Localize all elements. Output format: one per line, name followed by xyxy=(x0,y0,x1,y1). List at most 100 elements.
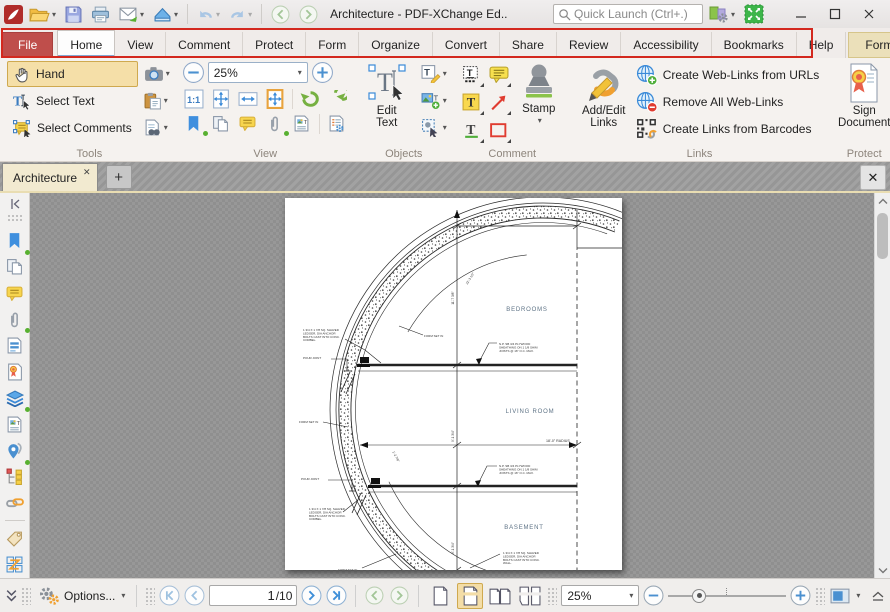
fit-width-button[interactable] xyxy=(236,87,260,110)
links-from-barcodes-button[interactable]: Create Links from Barcodes xyxy=(632,115,824,142)
sidebar-thumbnails-button[interactable] xyxy=(2,254,28,280)
tab-form[interactable]: Form xyxy=(306,32,359,58)
paste-button[interactable]: ▾ xyxy=(142,88,172,113)
sidebar-attachments-button[interactable] xyxy=(2,306,28,332)
tab-file[interactable]: File xyxy=(2,32,53,58)
tab-view[interactable]: View xyxy=(115,32,166,58)
print-button[interactable] xyxy=(88,2,113,26)
single-page-layout-button[interactable] xyxy=(427,583,453,609)
zoom-out-icon[interactable] xyxy=(182,61,205,84)
attachments-pane-button[interactable] xyxy=(263,112,287,135)
document-tab-architecture[interactable]: Architecture ✕ xyxy=(2,163,98,191)
highlight-text-button[interactable]: T xyxy=(459,89,485,116)
edit-text-button[interactable]: T Edit Text xyxy=(359,61,415,146)
redo-dropdown-icon[interactable]: ▾ xyxy=(248,10,252,19)
current-page-value[interactable]: 1 xyxy=(267,588,274,603)
scroll-up-button[interactable] xyxy=(875,193,890,209)
rotate-cw-button[interactable] xyxy=(325,87,349,110)
arrow-annotation-button[interactable] xyxy=(486,89,512,116)
minimize-button[interactable] xyxy=(784,2,818,26)
save-button[interactable] xyxy=(62,2,85,26)
pagenav-grip[interactable] xyxy=(145,587,155,605)
select-objects-button[interactable]: ▾ xyxy=(419,115,449,140)
fullscreen-button[interactable] xyxy=(741,2,767,26)
close-document-button[interactable]: ✕ xyxy=(860,165,886,190)
bookmarks-pane-button[interactable] xyxy=(182,112,206,135)
tab-comment[interactable]: Comment xyxy=(166,32,243,58)
history-forward-button[interactable] xyxy=(296,2,321,26)
add-image-button[interactable]: T▾ xyxy=(419,88,449,113)
scan-dropdown-icon[interactable]: ▾ xyxy=(174,10,178,19)
sidebar-tags-button[interactable] xyxy=(2,525,28,551)
undo-dropdown-icon[interactable]: ▾ xyxy=(216,10,220,19)
statusbar-grip[interactable] xyxy=(21,587,31,605)
content-pane-button[interactable]: T xyxy=(290,112,314,135)
two-page-continuous-button[interactable] xyxy=(517,583,543,609)
remove-web-links-button[interactable]: Remove All Web-Links xyxy=(632,88,824,115)
pdf-page[interactable]: BEDROOMSLIVING ROOMBASEMENT18'-0" RADIUS… xyxy=(285,198,622,570)
document-tab-close-icon[interactable]: ✕ xyxy=(83,167,91,178)
sticky-note-button[interactable] xyxy=(486,61,512,88)
hand-tool-button[interactable]: Hand xyxy=(7,61,138,87)
fit-page-button[interactable] xyxy=(209,87,233,110)
snapshot-button[interactable]: ▾ xyxy=(142,61,172,86)
page-number-box[interactable]: 1/10 xyxy=(209,585,297,606)
scrollbar-thumb[interactable] xyxy=(877,213,888,259)
new-document-tab-button[interactable]: + xyxy=(106,165,132,189)
sidebar-layers-button[interactable] xyxy=(2,385,28,411)
stamp-button[interactable]: Stamp ▾ xyxy=(512,61,566,146)
view-back-button[interactable] xyxy=(364,585,385,606)
tab-review[interactable]: Review xyxy=(557,32,621,58)
sidebar-links-button[interactable] xyxy=(2,490,28,516)
expand-statusbar-icon[interactable] xyxy=(6,589,17,602)
ribbon-zoom-combo[interactable]: 25%▾ xyxy=(208,62,308,83)
zoom-out-button[interactable] xyxy=(643,585,664,606)
fit-visible-button[interactable] xyxy=(263,87,287,110)
typewriter-button[interactable]: T xyxy=(459,61,485,88)
redo-button[interactable]: ▾ xyxy=(226,2,255,26)
next-page-button[interactable] xyxy=(301,585,322,606)
tab-organize[interactable]: Organize xyxy=(359,32,433,58)
comments-pane-button[interactable] xyxy=(236,112,260,135)
sidebar-collapse-button[interactable] xyxy=(2,196,28,212)
continuous-layout-button[interactable] xyxy=(457,583,483,609)
tab-accessibility[interactable]: Accessibility xyxy=(621,32,711,58)
scan-button[interactable]: ▾ xyxy=(150,2,181,26)
ui-options-button[interactable]: ▾ xyxy=(706,2,738,26)
sidebar-fields-button[interactable] xyxy=(2,332,28,358)
tab-help[interactable]: Help xyxy=(797,32,847,58)
sidebar-structure-button[interactable] xyxy=(2,464,28,490)
pan-view-button[interactable] xyxy=(829,585,850,606)
email-button[interactable]: ▾ xyxy=(116,2,147,26)
scroll-down-button[interactable] xyxy=(875,562,890,578)
sidebar-content-button[interactable]: T xyxy=(2,411,28,437)
sidebar-comments-button[interactable] xyxy=(2,280,28,306)
select-comments-button[interactable]: Select Comments xyxy=(7,115,138,141)
pan-grip[interactable] xyxy=(815,587,825,605)
previous-page-button[interactable] xyxy=(184,585,205,606)
document-view[interactable]: BEDROOMSLIVING ROOMBASEMENT18'-0" RADIUS… xyxy=(30,193,890,578)
zoom-slider[interactable] xyxy=(668,586,786,606)
sidebar-grip[interactable] xyxy=(7,214,23,224)
rectangle-annotation-button[interactable] xyxy=(486,117,512,144)
sign-document-button[interactable]: Sign Document xyxy=(833,61,890,146)
underline-text-button[interactable]: T xyxy=(459,117,485,144)
pan-dropdown-icon[interactable]: ▾ xyxy=(856,591,860,600)
close-button[interactable] xyxy=(852,2,886,26)
tab-home[interactable]: Home xyxy=(57,30,115,58)
thumbnails-pane-button[interactable] xyxy=(209,112,233,135)
view-forward-button[interactable] xyxy=(389,585,410,606)
search-document-button[interactable]: ▾ xyxy=(142,115,172,140)
maximize-button[interactable] xyxy=(818,2,852,26)
history-back-button[interactable] xyxy=(268,2,293,26)
collapse-statusbar-icon[interactable] xyxy=(872,591,884,601)
zoom-grip[interactable] xyxy=(547,587,557,605)
zoom-slider-thumb[interactable] xyxy=(692,589,706,603)
create-web-links-button[interactable]: Create Web-Links from URLs xyxy=(632,61,824,88)
open-dropdown-icon[interactable]: ▾ xyxy=(52,10,56,19)
last-page-button[interactable] xyxy=(326,585,347,606)
add-edit-links-button[interactable]: Add/Edit Links xyxy=(576,61,632,146)
sidebar-order-button[interactable] xyxy=(2,552,28,578)
tab-bookmarks[interactable]: Bookmarks xyxy=(712,32,797,58)
tab-format[interactable]: Format xyxy=(848,32,890,58)
